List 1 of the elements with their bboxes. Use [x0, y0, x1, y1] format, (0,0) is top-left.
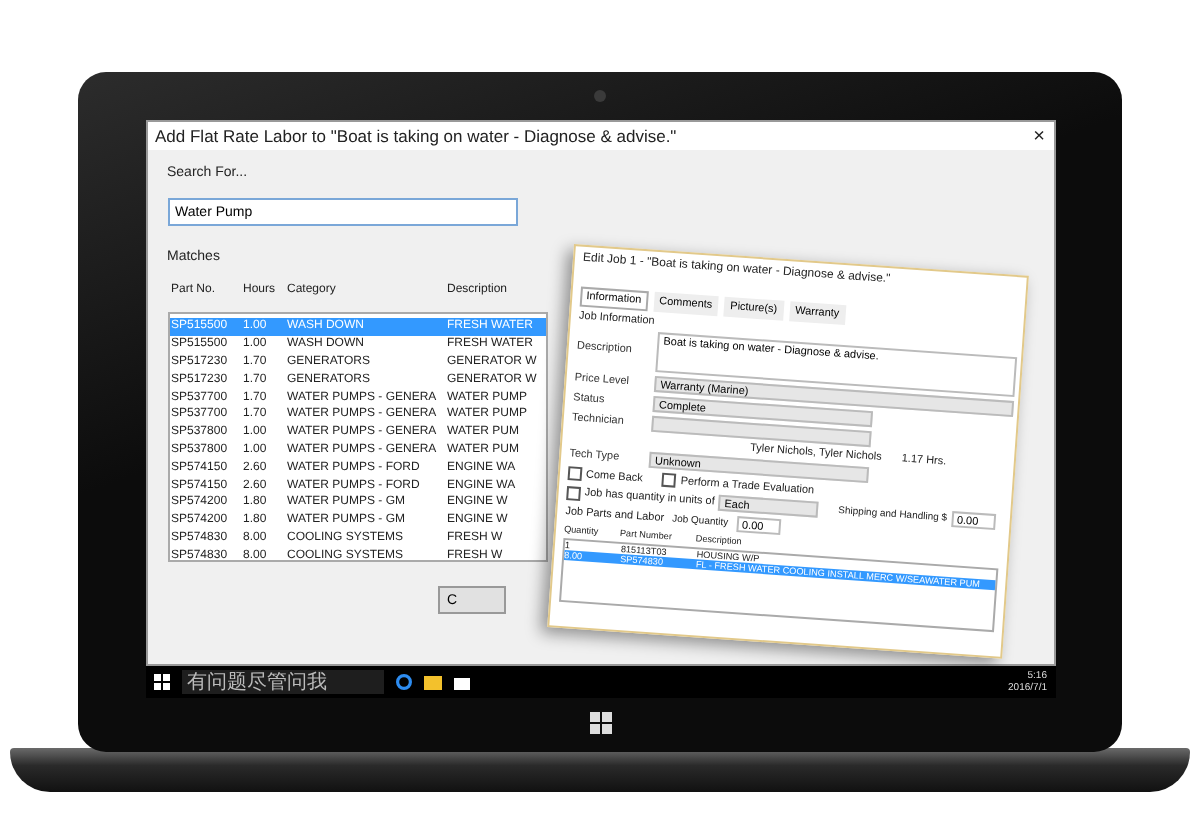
dialog-title: Add Flat Rate Labor to "Boat is taking on water - Diagnose & advise." [155, 126, 677, 146]
